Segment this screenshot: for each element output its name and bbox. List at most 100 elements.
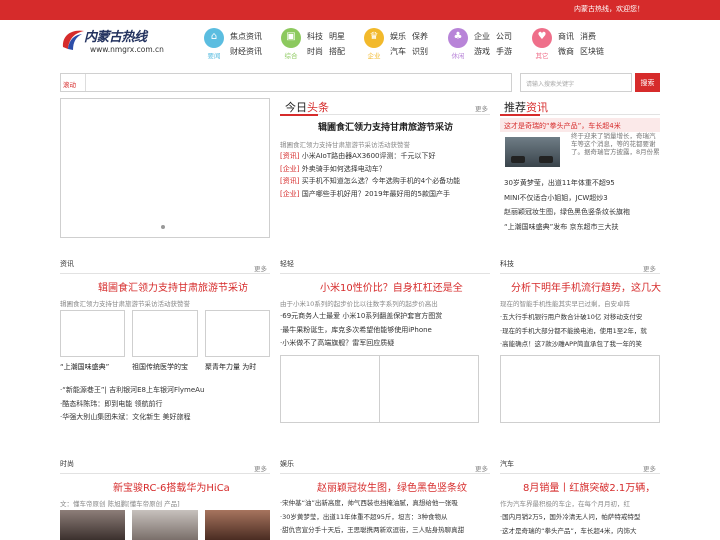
qinggan-image-2[interactable] (379, 355, 479, 423)
search-bar: 滚动 请输入搜索关键字 搜索 (60, 73, 660, 93)
nav-link-weishang[interactable]: 微商 (558, 46, 574, 57)
recommend-feature-text: 终于迎来了销量增长，奇瑞汽车等这个消息，等的花都要谢了。据奇瑞官方披露，8月份累 (571, 132, 660, 156)
recommend-feature-title[interactable]: 这才是奇瑞的“拳头产品”，车长超4米 (500, 118, 660, 132)
shishang-more-link[interactable]: 更多 (254, 463, 267, 473)
nav-link-youxi[interactable]: 游戏 (474, 46, 490, 57)
zixun-headline[interactable]: 辑圃食汇领力支持甘肃旅游节采访 (98, 279, 248, 294)
list-item[interactable]: ·“新能源巷王”| 吉利银河E8上车银河FlymeAu (60, 385, 204, 399)
zixun-subtext: 辑圃食汇领力支持甘肃旅游节采访活动获赞誉 (60, 300, 190, 308)
nav-caption-qita[interactable]: 其它 (529, 50, 555, 60)
shishang-photo-1[interactable] (60, 510, 125, 540)
list-item[interactable]: ·五大行手机银行用户数合计破10亿 对移动支付安 (500, 311, 647, 325)
search-input[interactable]: 请输入搜索关键字 (520, 73, 632, 92)
nav-link-shishang[interactable]: 时尚 (307, 46, 323, 57)
shishang-headline[interactable]: 新宝骏RC-6搭载华为HiCa (113, 479, 230, 494)
list-item[interactable]: ·现在的手机大部分都不能换电池，使用1至2年，就 (500, 325, 647, 339)
nav-link-qiye2[interactable]: 企业 (474, 31, 490, 42)
yule-more-link[interactable]: 更多 (475, 463, 488, 473)
zixun-image-1[interactable] (60, 310, 125, 357)
qiche-news-list: ·国内月销2万5，国外冷清无人问，帕萨特戒特型 ·这才是奇瑞的“拳头产品”，车长… (500, 511, 640, 538)
list-item[interactable]: ·这才是奇瑞的“拳头产品”，车长超4米，内饰大 (500, 525, 640, 539)
zixun-news-list: ·“新能源巷王”| 吉利银河E8上车银河FlymeAu ·酷态科陈玮：即到电能 … (60, 385, 204, 426)
recommend-feature-image[interactable] (505, 137, 560, 167)
section-label-keji[interactable]: 科技 (500, 259, 514, 269)
nav-link-shibie[interactable]: 识别 (412, 46, 428, 57)
image-slider[interactable] (60, 98, 270, 238)
clipboard-icon[interactable]: ▣ (281, 28, 301, 48)
zixun-image-3[interactable] (205, 310, 270, 357)
list-item[interactable]: ·30岁黄梦莹，出道11年体重不超95斤，坦言：3种食物从 (280, 511, 464, 525)
recommend-divider (500, 114, 660, 116)
list-item[interactable]: 赵丽颖冠妆生图，绿色黑色竖条纹长旗袍 (504, 207, 630, 222)
section-label-qinggan[interactable]: 轻轻 (280, 259, 294, 269)
list-item[interactable]: [企业] 外卖骑手如何选择电动车？ (280, 164, 460, 177)
list-item[interactable]: ·酷态科陈玮：即到电能 领航前行 (60, 399, 204, 413)
keji-headline[interactable]: 分析下明年手机流行趋势，这几大 (511, 279, 661, 294)
list-item[interactable]: ·高能确点！这7款沙雕APP简直承包了我一年的笑 (500, 338, 647, 352)
slider-dot[interactable] (161, 225, 165, 229)
site-logo[interactable]: 内蒙古热线 www.nmgrx.com.cn (60, 25, 164, 59)
nav-link-shouyou[interactable]: 手游 (496, 46, 512, 57)
nav-link-gongsi[interactable]: 公司 (496, 31, 512, 42)
qiche-more-link[interactable]: 更多 (643, 463, 656, 473)
list-item[interactable]: ·69元商务人士最爱 小米10系列翻盖保护套官方图赏 (280, 311, 442, 325)
zixun-image-2[interactable] (132, 310, 198, 357)
welcome-text: 内蒙古热线，欢迎您！ (574, 5, 644, 13)
search-button[interactable]: 搜索 (635, 73, 660, 92)
recommend-list: 30岁黄梦莹，出道11年体重不超95 MINI不仅适合小姐姐，JCW超炒3 赵丽… (504, 178, 630, 236)
zixun-caption-1[interactable]: “上潮国味盛典” (60, 362, 109, 372)
home-icon[interactable]: ⌂ (204, 28, 224, 48)
list-item[interactable]: ·小米做不了高端旗舰？雷军回应质疑 (280, 338, 442, 352)
shishang-photo-3[interactable] (205, 510, 270, 540)
heart-icon[interactable]: ♥ (532, 28, 552, 48)
list-item[interactable]: [资讯] 买手机不知道怎么选？今年选购手机的4个必备功能 (280, 176, 460, 189)
nav-caption-zonghe[interactable]: 综合 (278, 50, 304, 60)
list-item[interactable]: 30岁黄梦莹，出道11年体重不超95 (504, 178, 630, 193)
list-item[interactable]: ·甜仇宫宣分手十天后，王思聪携两新欢逗街，三人贴身热聊真甜 (280, 524, 464, 538)
zixun-caption-3[interactable]: 聚青年力量 为时 (205, 362, 256, 372)
list-item[interactable]: [资讯] 小米AIoT路由器AX3600评测：千元以下好 (280, 151, 460, 164)
nav-caption-yaowen[interactable]: 要闻 (201, 50, 227, 60)
zixun-caption-2[interactable]: 祖国传统医学的宝 (132, 362, 188, 372)
qinggan-headline[interactable]: 小米10性价比？自身杠杠还是全 (320, 279, 463, 294)
thumbs-up-icon[interactable]: ♣ (448, 28, 468, 48)
qinggan-image-1[interactable] (280, 355, 380, 423)
nav-link-shangxun[interactable]: 商讯 (558, 31, 574, 42)
today-more-link[interactable]: 更多 (475, 103, 488, 113)
shishang-photo-2[interactable] (132, 510, 198, 540)
nav-link-qiche[interactable]: 汽车 (390, 46, 406, 57)
nav-link-baoyang[interactable]: 保养 (412, 31, 428, 42)
list-item[interactable]: ·最牛果粉诞生，库克多次希望他能够使用iPhone (280, 325, 442, 339)
nav-link-mingxing[interactable]: 明星 (329, 31, 345, 42)
list-item[interactable]: ·国内月销2万5，国外冷清无人问，帕萨特戒特型 (500, 511, 640, 525)
keji-image[interactable] (500, 355, 660, 423)
keji-more-link[interactable]: 更多 (643, 263, 656, 273)
top-bar: 内蒙古热线，欢迎您！ (0, 0, 720, 20)
nav-group-qita: ♥ 其它 商讯 消费 微商 区块链 (532, 28, 607, 62)
section-label-shishang[interactable]: 时尚 (60, 459, 74, 469)
list-item[interactable]: ·宋仲基“油”出新高度，帅气西装也挡掩油腻，真想给他一张吸 (280, 497, 464, 511)
crown-icon[interactable]: ♛ (364, 28, 384, 48)
yule-headline[interactable]: 赵丽颖冠妆生图，绿色黑色竖条纹 (317, 479, 467, 494)
list-item[interactable]: [企业] 国产哪些手机好用？2019年最好用的5款国产手 (280, 189, 460, 202)
nav-caption-qiye[interactable]: 企业 (361, 50, 387, 60)
list-item[interactable]: MINI不仅适合小姐姐，JCW超炒3 (504, 193, 630, 208)
nav-link-yule[interactable]: 娱乐 (390, 31, 406, 42)
list-item[interactable]: ·华强大别山集团朱斌：文化新生 美好旅程 (60, 412, 204, 426)
today-headline[interactable]: 辑圃食汇领力支持甘肃旅游节采访 (318, 120, 453, 133)
nav-link-dapei[interactable]: 搭配 (329, 46, 345, 57)
nav-link-qukuailian[interactable]: 区块链 (580, 46, 604, 57)
nav-link-jiaodian[interactable]: 焦点资讯 (230, 31, 262, 42)
section-label-zixun[interactable]: 资讯 (60, 259, 74, 269)
section-label-yule[interactable]: 娱乐 (280, 459, 294, 469)
list-item[interactable]: “上潮国味盛典”发布 京东超市三大扶 (504, 222, 630, 237)
section-label-qiche[interactable]: 汽车 (500, 459, 514, 469)
zixun-more-link[interactable]: 更多 (254, 263, 267, 273)
nav-group-zonghe: ▣ 综合 科技 明星 时尚 搭配 (281, 28, 353, 62)
nav-link-keji[interactable]: 科技 (307, 31, 323, 42)
nav-link-xiaofei[interactable]: 消费 (580, 31, 596, 42)
qiche-headline[interactable]: 8月销量丨红旗突破2.1万辆， (523, 479, 655, 494)
nav-caption-xiuxian[interactable]: 休闲 (445, 50, 471, 60)
nav-group-yaowen: ⌂ 要闻 焦点资讯 财经资讯 (204, 28, 274, 62)
nav-link-caijing[interactable]: 财经资讯 (230, 46, 262, 57)
